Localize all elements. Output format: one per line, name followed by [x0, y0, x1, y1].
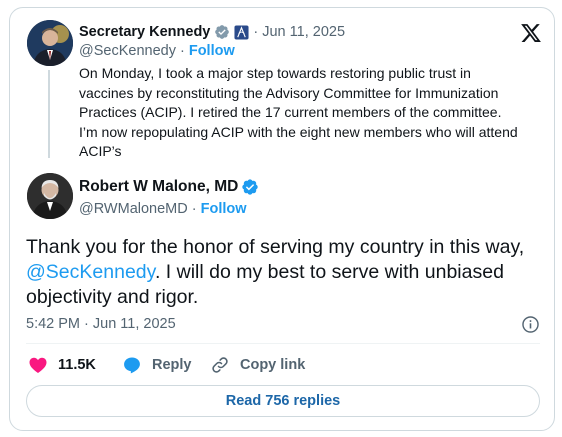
tweet-handle-row: @RWMaloneMD · Follow: [79, 201, 247, 217]
tweet-author-row: Robert W Malone, MD: [79, 178, 259, 196]
quoted-handle-row: @SecKennedy · Follow: [79, 43, 235, 59]
avatar[interactable]: [27, 20, 73, 66]
follow-button[interactable]: Follow: [189, 43, 235, 59]
info-icon[interactable]: [521, 315, 540, 334]
follow-button[interactable]: Follow: [201, 201, 247, 217]
copy-link-label: Copy link: [240, 357, 306, 373]
link-icon: [212, 357, 228, 373]
thread-line: [48, 70, 50, 158]
quoted-tweet-text[interactable]: On Monday, I took a major step towards r…: [79, 64, 519, 162]
tweet-timestamp[interactable]: 5:42 PM · Jun 11, 2025: [26, 316, 176, 332]
copy-link-button[interactable]: Copy link: [210, 355, 305, 375]
separator-dot: ·: [187, 201, 201, 217]
author-name[interactable]: Secretary Kennedy: [79, 24, 210, 40]
divider: [26, 343, 540, 344]
tweet-text-start: Thank you for the honor of serving my co…: [26, 236, 525, 258]
like-button[interactable]: 11.5K: [28, 355, 96, 375]
reply-icon: [124, 357, 140, 374]
reply-button[interactable]: Reply: [122, 355, 192, 375]
x-logo-icon[interactable]: [520, 22, 542, 44]
reply-label: Reply: [152, 357, 192, 373]
author-name[interactable]: Robert W Malone, MD: [79, 178, 238, 196]
mention-link[interactable]: @SecKennedy: [26, 261, 155, 283]
post-date[interactable]: · Jun 11, 2025: [253, 24, 345, 40]
separator-dot: ·: [175, 43, 189, 59]
verified-icon: [242, 179, 258, 195]
author-handle[interactable]: @RWMaloneMD: [79, 201, 188, 217]
avatar[interactable]: [27, 173, 73, 219]
heart-icon: [29, 357, 47, 373]
quoted-header: Secretary Kennedy · Jun 11, 2025: [79, 22, 345, 42]
read-replies-button[interactable]: Read 756 replies: [26, 385, 540, 417]
tweet-text: Thank you for the honor of serving my co…: [26, 235, 556, 310]
gov-badge-icon: [215, 25, 230, 39]
flag-badge-icon: [234, 24, 249, 40]
author-handle[interactable]: @SecKennedy: [79, 43, 176, 59]
like-count: 11.5K: [58, 357, 96, 373]
